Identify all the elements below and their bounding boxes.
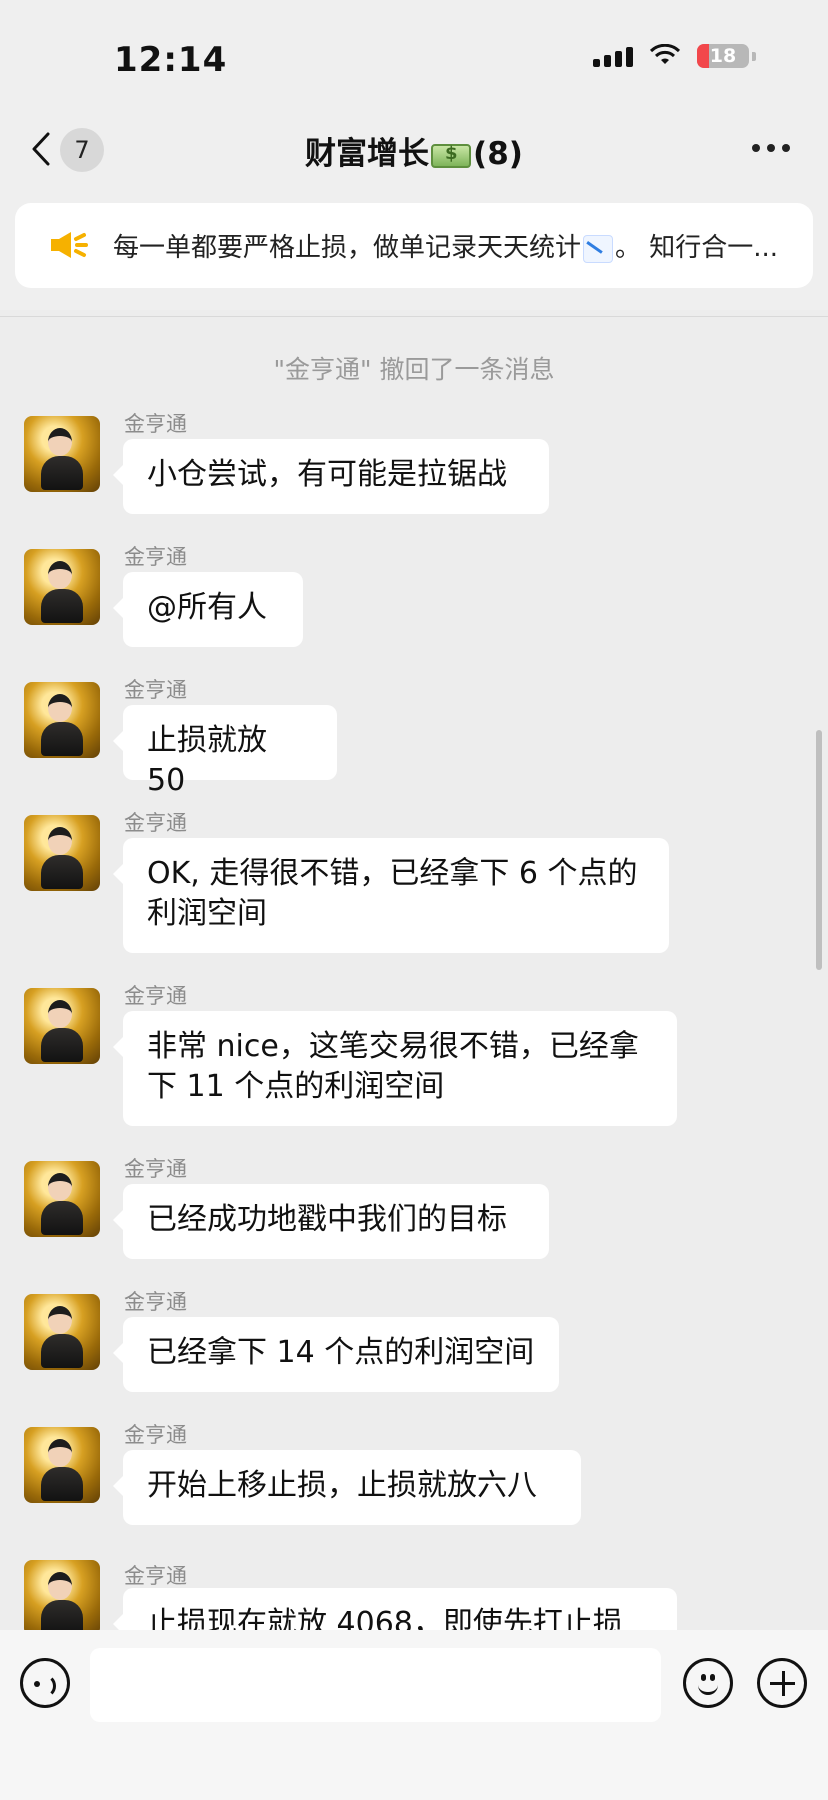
money-icon (431, 143, 472, 168)
message-bubble[interactable]: 止损现在就放 4068，即使先打止损 (113, 1588, 677, 1630)
chat-scrollbar[interactable] (816, 730, 822, 970)
sender-name: 金亨通 (124, 1157, 187, 1181)
more-dot (782, 144, 790, 152)
sender-name: 金亨通 (124, 1564, 187, 1588)
notice-text-end: 。 知行合一... (615, 233, 779, 263)
member-count: (8) (473, 136, 523, 172)
signal-icon (593, 45, 633, 67)
emoji-eye-left (701, 1674, 706, 1681)
battery-tip (752, 51, 756, 61)
more-dot (752, 144, 760, 152)
avatar[interactable] (24, 988, 100, 1064)
sender-name: 金亨通 (124, 545, 187, 569)
emoji-button[interactable] (683, 1658, 733, 1708)
sender-name: 金亨通 (124, 412, 187, 436)
status-time: 12:14 (114, 40, 228, 80)
message-bubble[interactable]: @所有人 (113, 572, 303, 647)
message-bubble[interactable]: 非常 nice，这笔交易很不错，已经拿 下 11 个点的利润空间 (113, 1011, 677, 1126)
sender-name: 金亨通 (124, 984, 187, 1008)
message-bubble[interactable]: 开始上移止损，止损就放六八 (113, 1450, 581, 1525)
message-bubble[interactable]: 止损就放 50 (113, 705, 337, 798)
voice-wave-icon (39, 1674, 56, 1698)
avatar[interactable] (24, 1427, 100, 1503)
notice-text-start: 每一单都要严格止损，做单记录天天统计 (113, 233, 582, 263)
recalled-message-notice: "金亨通" 撤回了一条消息 (273, 355, 555, 384)
message-input[interactable] (90, 1648, 661, 1722)
message-bubble[interactable]: 已经成功地戳中我们的目标 (113, 1184, 549, 1259)
message-bubble[interactable]: 已经拿下 14 个点的利润空间 (113, 1317, 559, 1392)
sender-name: 金亨通 (124, 811, 187, 835)
chat-title: 财富增长 (8) (0, 128, 828, 173)
message-bubble[interactable]: OK, 走得很不错，已经拿下 6 个点的 利润空间 (113, 838, 669, 953)
chat-title-text: 财富增长 (305, 136, 430, 172)
emoji-eye-right (710, 1674, 715, 1681)
more-button[interactable] (752, 144, 790, 152)
avatar[interactable] (24, 815, 100, 891)
avatar[interactable] (24, 1161, 100, 1237)
plus-horizontal (770, 1682, 795, 1685)
voice-input-button[interactable] (20, 1658, 70, 1708)
chart-down-icon (583, 234, 614, 263)
message-bubble[interactable]: 小仓尝试，有可能是拉锯战 (113, 439, 549, 514)
avatar[interactable] (24, 682, 100, 758)
sender-name: 金亨通 (124, 1423, 187, 1447)
add-button[interactable] (757, 1658, 807, 1708)
wifi-icon (649, 44, 681, 64)
header-divider (0, 316, 828, 317)
group-notice[interactable]: 每一单都要严格止损，做单记录天天统计 。 知行合一... (15, 203, 813, 288)
avatar[interactable] (24, 1560, 100, 1630)
avatar[interactable] (24, 416, 100, 492)
top-area: 12:14 18 7 财富增长(8) (0, 0, 828, 317)
more-dot (767, 144, 775, 152)
battery-level: 18 (709, 45, 737, 67)
chat-message-partial: 金亨通 止损现在就放 4068，即使先打止损 (0, 1560, 828, 1630)
megaphone-icon (51, 232, 88, 258)
battery-icon: 18 (697, 44, 749, 68)
sender-name: 金亨通 (124, 678, 187, 702)
avatar[interactable] (24, 1294, 100, 1370)
sender-name: 金亨通 (124, 1290, 187, 1314)
status-icons: 18 (593, 44, 756, 68)
avatar[interactable] (24, 549, 100, 625)
chat-header: 7 财富增长(8) (0, 110, 828, 186)
emoji-smile (698, 1681, 718, 1695)
notice-text: 每一单都要严格止损，做单记录天天统计 。 知行合一... (113, 227, 793, 264)
message-composer (0, 1630, 828, 1800)
